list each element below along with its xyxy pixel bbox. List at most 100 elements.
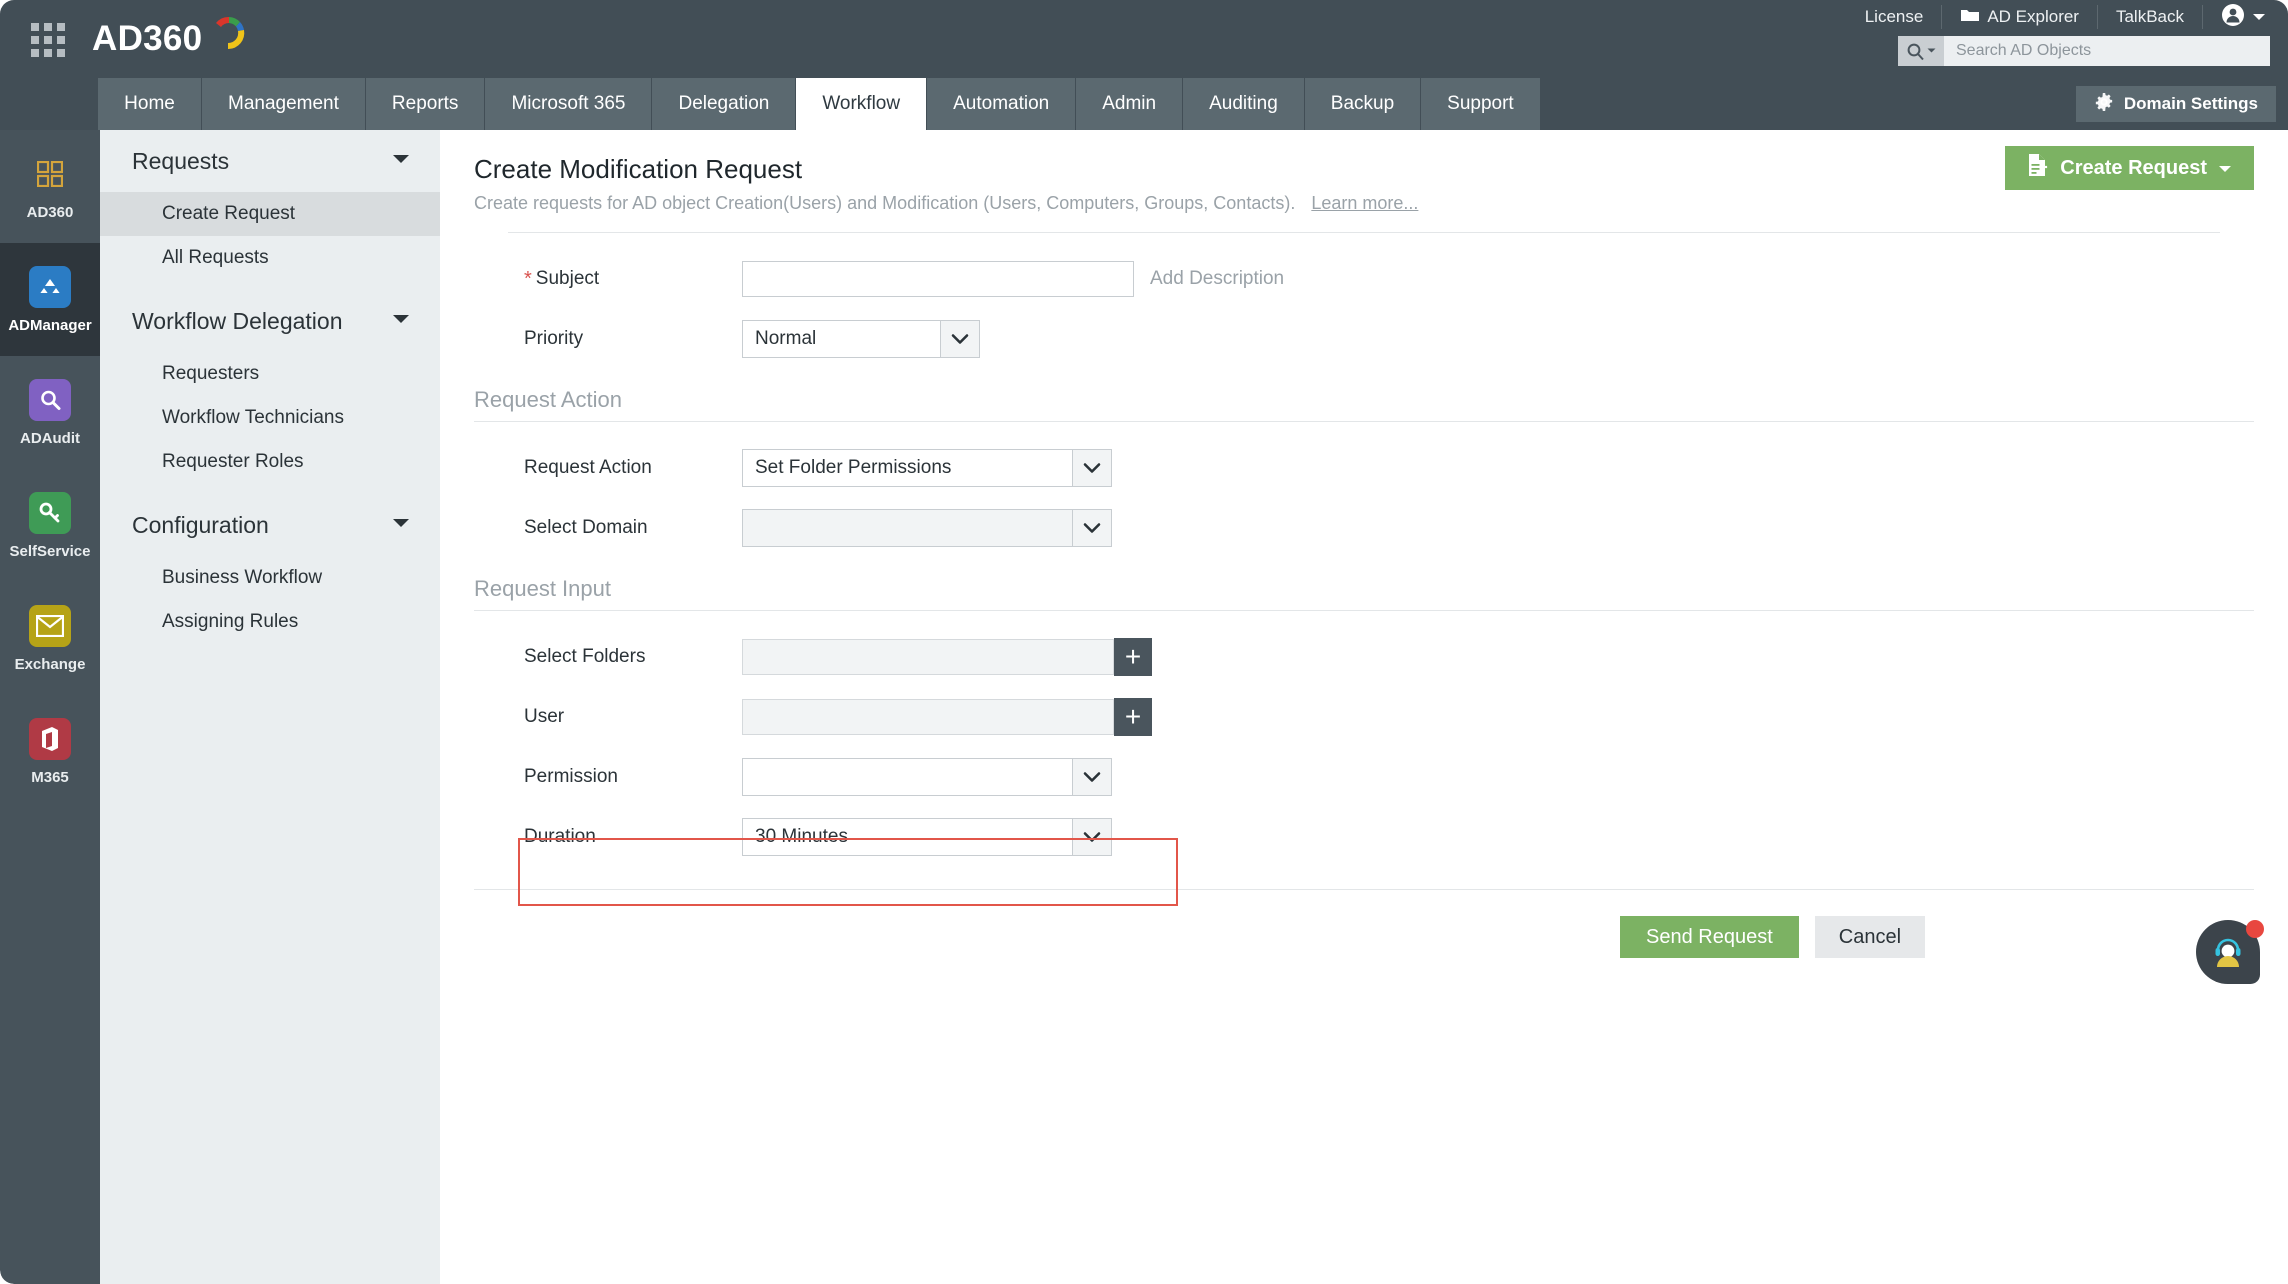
select-domain-select[interactable] xyxy=(742,509,1112,547)
plus-icon[interactable]: + xyxy=(1114,638,1152,676)
top-item-talkback[interactable]: TalkBack xyxy=(2098,5,2203,29)
envelope-icon xyxy=(29,604,71,647)
field-row-subject: * Subject Add Description xyxy=(474,249,2254,309)
brand-name: AD360 xyxy=(92,19,203,58)
subject-label: Subject xyxy=(535,268,600,289)
request-action-fields: Request Action Set Folder Permissions Se… xyxy=(440,422,2288,558)
search-icon[interactable] xyxy=(1898,36,1944,66)
required-asterisk: * xyxy=(524,268,532,290)
chevron-down-icon[interactable] xyxy=(392,312,410,330)
apps-grid-icon[interactable] xyxy=(30,22,66,58)
priority-label-wrap: Priority xyxy=(474,328,742,350)
sidebar-item-requesters[interactable]: Requesters xyxy=(100,352,440,396)
sidebar-group-label: Workflow Delegation xyxy=(132,307,343,334)
request-action-label: Request Action xyxy=(524,457,652,478)
sidebar-item-requester-roles[interactable]: Requester Roles xyxy=(100,440,440,484)
rail-item-adaudit[interactable]: ADAudit xyxy=(0,356,100,469)
duration-select[interactable]: 30 Minutes xyxy=(742,818,1112,856)
duration-label-wrap: Duration xyxy=(474,826,742,848)
sidebar-group-workflow-delegation[interactable]: Workflow Delegation xyxy=(100,290,440,352)
user-input[interactable] xyxy=(742,699,1114,735)
rail-item-exchange[interactable]: Exchange xyxy=(0,582,100,695)
tab-management[interactable]: Management xyxy=(202,78,366,130)
nav-tabs: Home Management Reports Microsoft 365 Delega… xyxy=(98,78,1541,130)
license-label: License xyxy=(1864,7,1924,26)
caret-down-icon xyxy=(2252,7,2266,27)
search-bar[interactable] xyxy=(1898,36,2270,66)
chevron-down-icon xyxy=(1072,509,1112,547)
chevron-down-icon xyxy=(1072,758,1112,796)
select-folders-input[interactable] xyxy=(742,639,1114,675)
tab-reports[interactable]: Reports xyxy=(365,78,486,130)
support-chat-widget[interactable] xyxy=(2196,920,2264,988)
plus-icon[interactable]: + xyxy=(1114,698,1152,736)
user-field: + xyxy=(742,698,1152,736)
permission-select[interactable] xyxy=(742,758,1112,796)
tab-admin[interactable]: Admin xyxy=(1076,78,1184,130)
sidebar-item-create-request[interactable]: Create Request xyxy=(100,192,440,236)
product-rail: AD360 ADManager ADAudit SelfService Exchange… xyxy=(0,130,100,1284)
field-row-priority: Priority Normal xyxy=(474,309,2254,369)
priority-select[interactable]: Normal xyxy=(742,320,980,358)
rail-item-admanager[interactable]: ADManager xyxy=(0,243,100,356)
add-description-link[interactable]: Add Description xyxy=(1150,268,1284,290)
tab-automation[interactable]: Automation xyxy=(927,78,1077,130)
chevron-down-icon xyxy=(940,320,980,358)
sidebar-item-all-requests[interactable]: All Requests xyxy=(100,236,440,280)
request-action-section-title: Request Action xyxy=(474,387,622,412)
cancel-button[interactable]: Cancel xyxy=(1814,916,1926,958)
talkback-label: TalkBack xyxy=(2115,7,2184,26)
sidebar-item-workflow-technicians[interactable]: Workflow Technicians xyxy=(100,396,440,440)
brand-logo[interactable]: AD360 xyxy=(92,12,252,66)
sidebar-item-assigning-rules[interactable]: Assigning Rules xyxy=(100,600,440,644)
select-domain-label: Select Domain xyxy=(524,517,648,538)
duration-label: Duration xyxy=(524,826,596,847)
chevron-down-icon[interactable] xyxy=(392,516,410,534)
top-item-account[interactable] xyxy=(2203,3,2272,29)
field-row-user: User + xyxy=(474,687,2254,747)
ad360-swirl-icon xyxy=(206,11,252,62)
sidebar-group-requests[interactable]: Requests xyxy=(100,130,440,192)
tab-workflow[interactable]: Workflow xyxy=(796,78,928,130)
sidebar-group-label: Configuration xyxy=(132,511,269,538)
top-item-license[interactable]: License xyxy=(1847,5,1943,29)
send-request-button[interactable]: Send Request xyxy=(1620,916,1799,958)
top-right-menu: License AD Explorer TalkBack xyxy=(1847,0,2272,34)
subject-label-wrap: * Subject xyxy=(474,268,742,290)
rail-item-ad360[interactable]: AD360 xyxy=(0,130,100,243)
folder-icon xyxy=(1960,7,1980,28)
rail-item-label: Exchange xyxy=(14,655,86,673)
search-input[interactable] xyxy=(1944,42,2270,60)
chevron-down-icon[interactable] xyxy=(392,152,410,170)
page-subtitle-row: Create requests for AD object Creation(U… xyxy=(474,193,2254,214)
rail-item-m365[interactable]: M365 xyxy=(0,695,100,808)
page-title: Create Modification Request xyxy=(474,154,803,184)
sidebar-group-configuration[interactable]: Configuration xyxy=(100,494,440,556)
tab-backup[interactable]: Backup xyxy=(1304,78,1422,130)
rail-item-label: ADManager xyxy=(8,316,92,334)
top-item-ad-explorer[interactable]: AD Explorer xyxy=(1942,5,2098,29)
sidebar-item-business-workflow[interactable]: Business Workflow xyxy=(100,556,440,600)
user-label-wrap: User xyxy=(474,706,742,728)
chevron-down-icon xyxy=(1072,818,1112,856)
tab-delegation[interactable]: Delegation xyxy=(652,78,797,130)
domain-settings-button[interactable]: Domain Settings xyxy=(2075,86,2276,122)
rail-item-selfservice[interactable]: SelfService xyxy=(0,469,100,582)
field-row-duration: Duration 30 Minutes xyxy=(474,807,2254,867)
magnifier-icon xyxy=(29,378,71,421)
select-folders-label-wrap: Select Folders xyxy=(474,646,742,668)
learn-more-link[interactable]: Learn more... xyxy=(1311,193,1418,214)
field-row-request-action: Request Action Set Folder Permissions xyxy=(474,438,2254,498)
rail-item-label: SelfService xyxy=(9,542,91,560)
create-request-button[interactable]: Create Request xyxy=(2005,146,2254,190)
request-action-select[interactable]: Set Folder Permissions xyxy=(742,449,1112,487)
tab-auditing[interactable]: Auditing xyxy=(1183,78,1305,130)
subject-input[interactable] xyxy=(742,261,1134,297)
user-label: User xyxy=(524,706,565,727)
request-action-label-wrap: Request Action xyxy=(474,457,742,479)
tab-microsoft-365[interactable]: Microsoft 365 xyxy=(485,78,653,130)
tab-home[interactable]: Home xyxy=(98,78,202,130)
tab-support[interactable]: Support xyxy=(1421,78,1541,130)
